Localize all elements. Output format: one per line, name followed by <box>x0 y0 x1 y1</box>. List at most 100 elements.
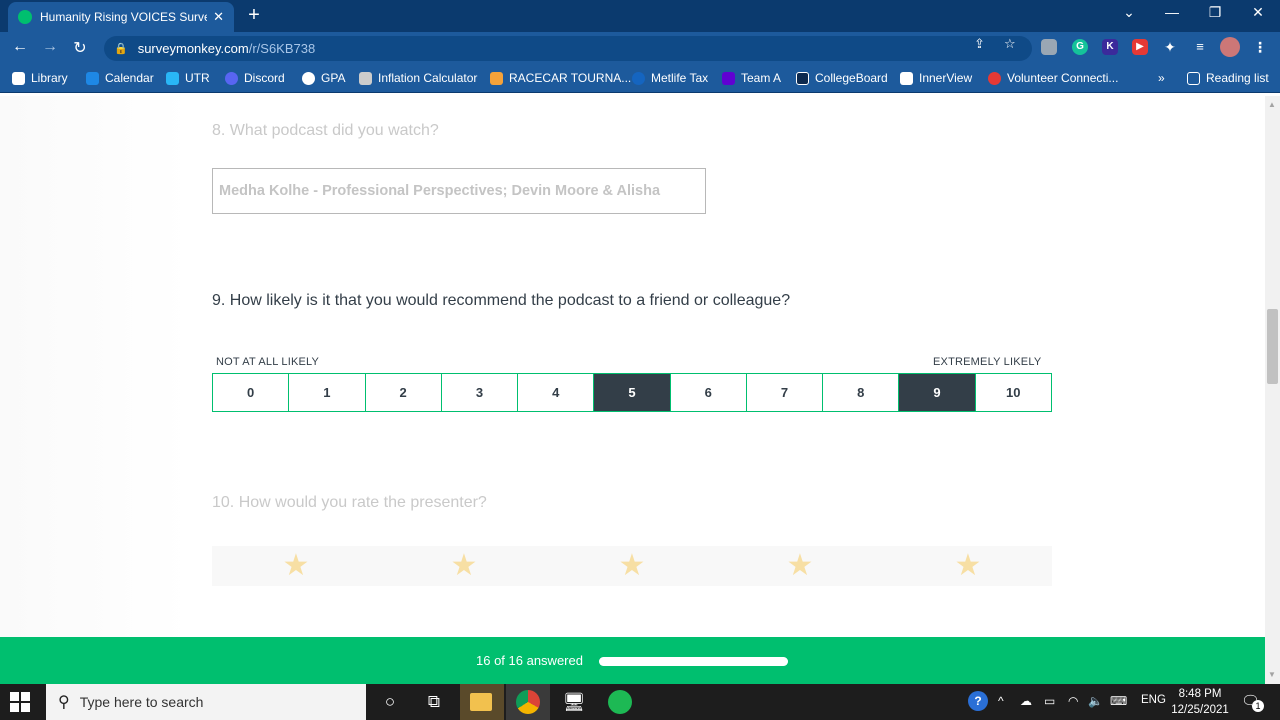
star-icon[interactable]: ★ <box>619 551 646 581</box>
red-cross-icon <box>988 71 1001 85</box>
battery-icon[interactable]: ▭ <box>1044 694 1055 708</box>
chrome-menu-icon[interactable]: ⋮ <box>1252 39 1268 55</box>
bookmark-calendar[interactable]: Calendar <box>86 71 154 85</box>
scroll-up-arrow-icon[interactable]: ▲ <box>1268 100 1276 109</box>
metlife-icon <box>632 71 645 85</box>
bookmark-inflation-calculator[interactable]: Inflation Calculator <box>359 71 477 85</box>
lock-icon: 🔒 <box>114 43 128 55</box>
spotify-icon[interactable] <box>608 690 632 714</box>
collegeboard-icon <box>796 71 809 85</box>
share-icon[interactable]: ⇪ <box>974 36 985 52</box>
restore-window-button[interactable]: ❐ <box>1203 4 1227 21</box>
nps-low-label: NOT AT ALL LIKELY <box>216 356 320 368</box>
onedrive-cloud-icon[interactable]: ☁ <box>1020 694 1032 708</box>
task-view-icon[interactable]: ⧉ <box>422 690 446 714</box>
bookmark-gpa[interactable]: GPA <box>302 71 345 85</box>
nps-option-3[interactable]: 3 <box>440 373 519 412</box>
calendar-icon <box>86 71 99 85</box>
nps-option-6[interactable]: 6 <box>669 373 747 412</box>
chevron-double-right-icon: » <box>1158 71 1165 85</box>
tab-title: Humanity Rising VOICES Survey <box>40 10 208 24</box>
globe-icon <box>302 71 315 85</box>
bookmark-label: Calendar <box>105 71 154 85</box>
forward-arrow-icon[interactable]: → <box>39 38 61 56</box>
help-icon[interactable]: ? <box>968 691 988 711</box>
surveymonkey-favicon-icon <box>18 10 32 24</box>
scrollbar-thumb[interactable] <box>1267 309 1278 384</box>
grammarly-icon[interactable]: G <box>1072 39 1088 55</box>
tab-search-chevron-icon[interactable]: ⌄ <box>1117 4 1141 21</box>
page-scrollbar[interactable]: ▲ ▼ <box>1265 96 1280 684</box>
star-icon[interactable]: ★ <box>283 551 310 581</box>
chevron-up-icon[interactable]: ^ <box>998 694 1004 708</box>
chrome-icon[interactable] <box>516 690 540 714</box>
windows-start-icon[interactable] <box>10 692 32 712</box>
nps-option-5[interactable]: 5 <box>593 373 671 412</box>
nps-rating-scale: 0 1 2 3 4 5 6 7 8 9 10 <box>212 373 1052 412</box>
media-queue-icon[interactable]: ≡ <box>1192 39 1208 55</box>
tab-close-icon[interactable]: ✕ <box>213 9 224 25</box>
browser-tab[interactable]: Humanity Rising VOICES Survey ✕ <box>8 2 234 32</box>
file-explorer-icon[interactable] <box>470 693 492 711</box>
wifi-icon[interactable]: ◠ <box>1068 694 1078 708</box>
new-tab-button[interactable]: + <box>243 4 265 26</box>
utr-icon <box>166 71 179 85</box>
nps-option-7[interactable]: 7 <box>745 373 824 412</box>
input-language[interactable]: ENG <box>1141 694 1166 706</box>
nps-high-label: EXTREMELY LIKELY <box>933 356 1042 368</box>
bookmark-library[interactable]: Library <box>12 71 68 85</box>
nps-option-9[interactable]: 9 <box>898 373 976 412</box>
windows-taskbar: ⚲ Type here to search ○ ⧉ 🖥 ? ^ ☁ ▭ ◠ 🔈 … <box>0 684 1280 720</box>
bookmark-collegeboard[interactable]: CollegeBoard <box>796 71 888 85</box>
extension-k-icon[interactable]: K <box>1102 39 1118 55</box>
scroll-down-arrow-icon[interactable]: ▼ <box>1268 670 1276 679</box>
bookmark-volunteer-connection[interactable]: Volunteer Connecti... <box>988 71 1118 85</box>
progress-text: 16 of 16 answered <box>476 653 583 668</box>
bookmark-innerview[interactable]: InnerView <box>900 71 972 85</box>
bookmark-racecar[interactable]: RACECAR TOURNA... <box>490 71 631 85</box>
bookmark-discord[interactable]: Discord <box>225 71 285 85</box>
progress-track <box>599 657 788 666</box>
bookmark-star-icon[interactable]: ☆ <box>1004 36 1016 52</box>
reload-icon[interactable]: ↻ <box>69 38 91 58</box>
close-window-button[interactable]: ✕ <box>1246 4 1270 21</box>
minimize-window-button[interactable]: — <box>1160 4 1184 20</box>
star-icon[interactable]: ★ <box>451 551 478 581</box>
extensions-puzzle-icon[interactable]: ✦ <box>1162 39 1178 55</box>
nps-option-0[interactable]: 0 <box>212 373 290 412</box>
taskbar-clock[interactable]: 8:48 PM 12/25/2021 <box>1170 686 1230 718</box>
bookmarks-bar: Library Calendar UTR Discord GPA Inflati… <box>0 64 1280 93</box>
bookmark-label: CollegeBoard <box>815 71 888 85</box>
nps-option-1[interactable]: 1 <box>288 373 366 412</box>
q9-question-label: 9. How likely is it that you would recom… <box>212 292 791 309</box>
taskbar-search-box[interactable]: ⚲ Type here to search <box>46 684 366 720</box>
volume-icon[interactable]: 🔈 <box>1088 694 1103 708</box>
keyboard-icon[interactable]: ⌨ <box>1110 694 1127 708</box>
taskbar-search-placeholder: Type here to search <box>79 694 204 710</box>
bookmark-label: InnerView <box>919 71 973 85</box>
nps-option-8[interactable]: 8 <box>822 373 900 412</box>
more-bookmarks-button[interactable]: » <box>1158 71 1165 85</box>
star-icon[interactable]: ★ <box>787 551 814 581</box>
star-icon[interactable]: ★ <box>955 551 982 581</box>
nps-option-10[interactable]: 10 <box>974 373 1052 412</box>
progress-fill <box>599 657 788 666</box>
bookmark-metlife-tax[interactable]: Metlife Tax <box>632 71 708 85</box>
control-panel-icon[interactable]: 🖥 <box>562 690 586 714</box>
extension-video-icon[interactable]: ▶ <box>1132 39 1148 55</box>
star-rating: ★ ★ ★ ★ ★ <box>212 546 1052 586</box>
back-arrow-icon[interactable]: ← <box>9 38 31 56</box>
bookmark-utr[interactable]: UTR <box>166 71 210 85</box>
cortana-icon[interactable]: ○ <box>378 690 402 714</box>
bookmark-label: Volunteer Connecti... <box>1007 71 1119 85</box>
extension-docs-icon[interactable] <box>1041 39 1057 55</box>
url-path: /r/S6KB738 <box>248 41 316 56</box>
scales-icon <box>359 71 372 85</box>
address-bar[interactable]: 🔒 surveymonkey.com /r/S6KB738 <box>104 36 1032 61</box>
nps-option-4[interactable]: 4 <box>517 373 595 412</box>
profile-avatar[interactable] <box>1220 37 1240 57</box>
q8-answer-field[interactable]: Medha Kolhe - Professional Perspectives;… <box>212 168 706 214</box>
nps-option-2[interactable]: 2 <box>364 373 442 412</box>
reading-list-button[interactable]: Reading list <box>1187 71 1269 85</box>
bookmark-team-a[interactable]: Team A <box>722 71 781 85</box>
